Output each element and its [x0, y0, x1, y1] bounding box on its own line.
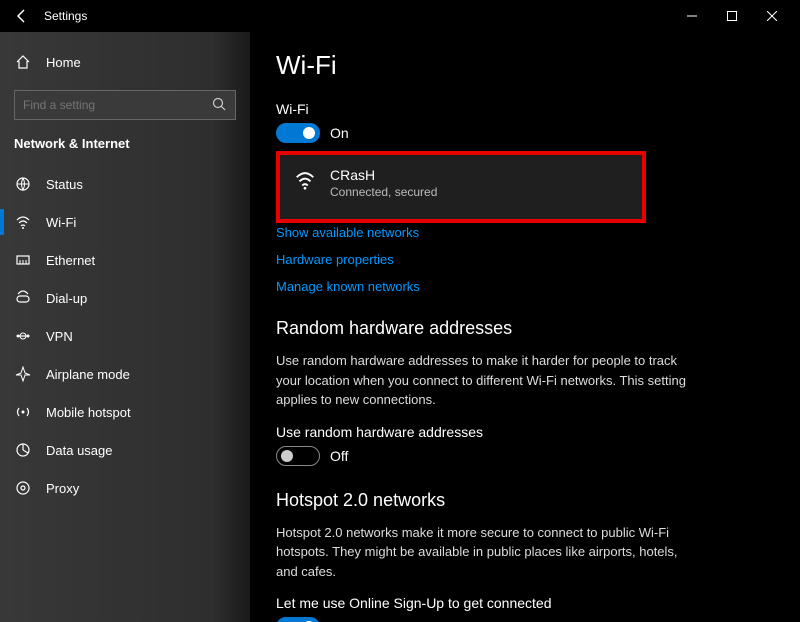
sidebar-item-wifi[interactable]: Wi-Fi: [0, 203, 250, 241]
random-toggle-state: Off: [330, 448, 348, 464]
minimize-icon: [687, 11, 697, 21]
close-button[interactable]: [752, 2, 792, 30]
sidebar-item-vpn[interactable]: VPN: [0, 317, 250, 355]
random-toggle-label: Use random hardware addresses: [276, 424, 800, 440]
arrow-left-icon: [15, 9, 29, 23]
hotspot-icon: [14, 403, 32, 421]
link-manage-known[interactable]: Manage known networks: [276, 279, 800, 294]
sidebar-item-label: Status: [46, 177, 83, 192]
titlebar: Settings: [0, 0, 800, 32]
minimize-button[interactable]: [672, 2, 712, 30]
sidebar-section-title: Network & Internet: [0, 130, 250, 165]
sidebar-item-hotspot[interactable]: Mobile hotspot: [0, 393, 250, 431]
home-icon: [14, 53, 32, 71]
sidebar-item-label: Airplane mode: [46, 367, 130, 382]
random-desc: Use random hardware addresses to make it…: [276, 351, 696, 410]
hotspot-heading: Hotspot 2.0 networks: [276, 490, 800, 511]
page-title: Wi-Fi: [276, 50, 800, 81]
sidebar-item-label: Proxy: [46, 481, 79, 496]
airplane-icon: [14, 365, 32, 383]
sidebar-item-label: VPN: [46, 329, 73, 344]
maximize-icon: [727, 11, 737, 21]
wifi-toggle-state: On: [330, 125, 349, 141]
random-heading: Random hardware addresses: [276, 318, 800, 339]
back-button[interactable]: [8, 2, 36, 30]
close-icon: [767, 11, 777, 21]
hotspot-toggle-label: Let me use Online Sign-Up to get connect…: [276, 595, 800, 611]
sidebar: Home Network & Internet Status Wi-Fi Eth…: [0, 32, 250, 622]
window-title: Settings: [44, 9, 87, 23]
content: Wi-Fi Wi-Fi On CRasH Connected, secured …: [250, 32, 800, 622]
sidebar-item-datausage[interactable]: Data usage: [0, 431, 250, 469]
sidebar-item-airplane[interactable]: Airplane mode: [0, 355, 250, 393]
search-icon: [212, 97, 226, 111]
sidebar-item-label: Mobile hotspot: [46, 405, 131, 420]
vpn-icon: [14, 327, 32, 345]
link-hardware-properties[interactable]: Hardware properties: [276, 252, 800, 267]
proxy-icon: [14, 479, 32, 497]
datausage-icon: [14, 441, 32, 459]
link-show-available[interactable]: Show available networks: [276, 225, 800, 240]
hotspot-toggle[interactable]: [276, 617, 320, 622]
ethernet-icon: [14, 251, 32, 269]
sidebar-item-label: Wi-Fi: [46, 215, 76, 230]
sidebar-home[interactable]: Home: [0, 44, 250, 80]
network-status: Connected, secured: [330, 185, 437, 199]
wifi-label: Wi-Fi: [276, 101, 800, 117]
wifi-toggle[interactable]: [276, 123, 320, 143]
status-icon: [14, 175, 32, 193]
dialup-icon: [14, 289, 32, 307]
sidebar-item-label: Ethernet: [46, 253, 95, 268]
network-name: CRasH: [330, 167, 437, 183]
sidebar-item-proxy[interactable]: Proxy: [0, 469, 250, 507]
wifi-signal-icon: [294, 169, 318, 193]
sidebar-item-label: Data usage: [46, 443, 113, 458]
sidebar-item-status[interactable]: Status: [0, 165, 250, 203]
sidebar-item-label: Dial-up: [46, 291, 87, 306]
random-toggle[interactable]: [276, 446, 320, 466]
search-input[interactable]: [14, 90, 236, 120]
sidebar-home-label: Home: [46, 55, 81, 70]
maximize-button[interactable]: [712, 2, 752, 30]
current-network-card[interactable]: CRasH Connected, secured: [276, 151, 646, 223]
search-box[interactable]: [14, 90, 236, 120]
sidebar-item-dialup[interactable]: Dial-up: [0, 279, 250, 317]
wifi-icon: [14, 213, 32, 231]
hotspot-desc: Hotspot 2.0 networks make it more secure…: [276, 523, 696, 582]
sidebar-item-ethernet[interactable]: Ethernet: [0, 241, 250, 279]
